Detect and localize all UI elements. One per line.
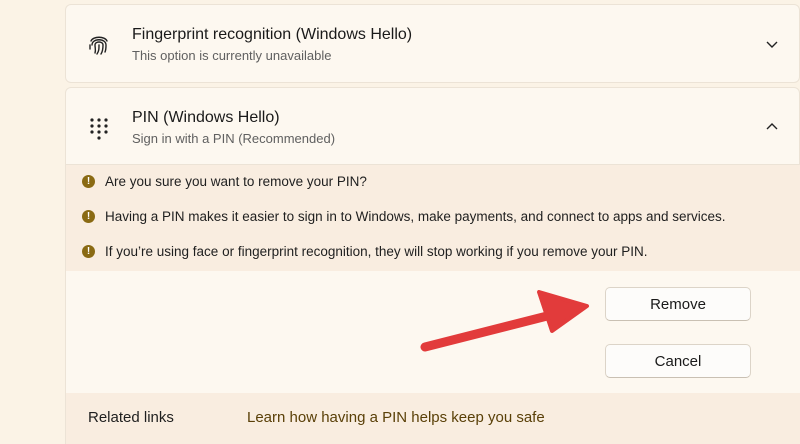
pin-subtitle: Sign in with a PIN (Recommended) xyxy=(132,131,336,146)
chevron-down-icon[interactable] xyxy=(765,37,779,51)
fingerprint-title: Fingerprint recognition (Windows Hello) xyxy=(132,26,413,43)
annotation-arrow-icon xyxy=(420,290,589,352)
learn-pin-safety-link[interactable]: Learn how having a PIN helps keep you sa… xyxy=(247,409,545,426)
warning-text: Are you sure you want to remove your PIN… xyxy=(105,173,367,189)
cancel-button[interactable]: Cancel xyxy=(605,344,751,378)
fingerprint-subtitle: This option is currently unavailable xyxy=(132,48,332,63)
keypad-icon xyxy=(90,118,108,140)
pin-windows-hello-row[interactable]: PIN (Windows Hello) Sign in with a PIN (… xyxy=(65,87,800,165)
pin-title: PIN (Windows Hello) xyxy=(132,109,280,126)
related-links-label: Related links xyxy=(88,409,174,426)
warning-text: If you’re using face or fingerprint reco… xyxy=(105,243,648,259)
related-links-bar: Related links Learn how having a PIN hel… xyxy=(65,393,800,444)
chevron-up-icon[interactable] xyxy=(765,120,779,134)
warning-icon: ! xyxy=(82,209,95,223)
warning-line: ! If you’re using face or fingerprint re… xyxy=(82,241,648,261)
fingerprint-recognition-row[interactable]: Fingerprint recognition (Windows Hello) … xyxy=(65,4,800,83)
warning-text: Having a PIN makes it easier to sign in … xyxy=(105,208,726,224)
warning-icon: ! xyxy=(82,174,95,188)
warning-line: ! Having a PIN makes it easier to sign i… xyxy=(82,206,726,226)
remove-button[interactable]: Remove xyxy=(605,287,751,321)
warning-icon: ! xyxy=(82,244,95,258)
warning-line: ! Are you sure you want to remove your P… xyxy=(82,171,367,191)
remove-pin-warning-panel: ! Are you sure you want to remove your P… xyxy=(65,165,800,271)
fingerprint-icon xyxy=(89,36,108,55)
